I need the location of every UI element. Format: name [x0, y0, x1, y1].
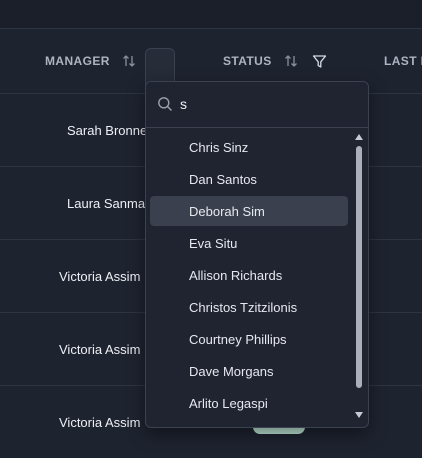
- sort-arrows-icon[interactable]: [122, 54, 136, 68]
- triangle-down-icon[interactable]: [355, 406, 363, 424]
- manager-cell: Victoria Assim: [59, 341, 141, 357]
- filter-search-input[interactable]: [180, 92, 350, 116]
- filter-option[interactable]: Christos Tzitzilonis: [150, 292, 348, 322]
- triangle-up-icon[interactable]: [355, 128, 363, 146]
- filter-search-box: [146, 82, 368, 128]
- filter-option[interactable]: Allison Richards: [150, 260, 348, 290]
- column-header-status-label: STATUS: [223, 54, 272, 68]
- filter-option[interactable]: Courtney Phillips: [150, 324, 348, 354]
- manager-cell: Victoria Assim: [59, 268, 141, 284]
- column-header-last-label: LAST L: [384, 54, 422, 68]
- filter-dropdown: Chris Sinz Dan Santos Deborah Sim Eva Si…: [145, 81, 369, 428]
- scrollbar[interactable]: [352, 128, 366, 424]
- filter-option[interactable]: Arlito Legaspi: [150, 388, 348, 418]
- column-header-manager-label: MANAGER: [45, 54, 110, 68]
- column-header-last[interactable]: LAST L: [384, 29, 422, 93]
- filter-option[interactable]: Chris Sinz: [150, 132, 348, 162]
- manager-cell: Victoria Assim: [59, 414, 141, 430]
- top-bar: [0, 0, 422, 29]
- manager-cell: Sarah Bronne: [67, 122, 148, 138]
- sort-arrows-icon[interactable]: [284, 54, 298, 68]
- manager-cell: Laura Sanma: [67, 195, 146, 211]
- filter-funnel-icon[interactable]: [312, 54, 327, 69]
- filter-option[interactable]: Dave Morgans: [150, 356, 348, 386]
- filter-option[interactable]: Dan Santos: [150, 164, 348, 194]
- filter-option[interactable]: Eva Situ: [150, 228, 348, 258]
- search-icon: [157, 96, 173, 117]
- scrollbar-thumb[interactable]: [356, 146, 362, 388]
- filter-option-hovered[interactable]: Deborah Sim: [150, 196, 348, 226]
- filter-options-list: Chris Sinz Dan Santos Deborah Sim Eva Si…: [146, 128, 352, 424]
